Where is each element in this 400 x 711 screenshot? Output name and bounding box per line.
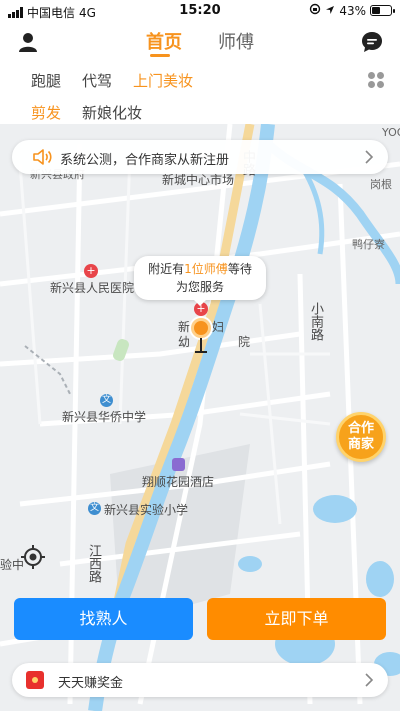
find-acquaintance-button[interactable]: 找熟人 — [14, 598, 193, 640]
pin-stem — [200, 338, 202, 352]
map-label-yazaili: 鸭仔寮 — [352, 238, 385, 251]
status-right: 43% — [309, 3, 395, 18]
location-pin-icon[interactable] — [191, 318, 211, 338]
map-label-shiyan: 新兴县实验小学 — [104, 503, 189, 517]
map-label-hospital: 新兴县人民医院 — [50, 281, 135, 295]
bubble-suffix: 等待 — [227, 262, 252, 276]
map-label-huaqiao: 新兴县华侨中学 — [62, 410, 147, 424]
subcategory-haircut[interactable]: 剪发 — [31, 102, 61, 123]
category-row-1: 跑腿 代驾 上门美妆 — [0, 66, 400, 94]
nearby-masters-bubble: 附近有1位师傅等待 为您服务 — [134, 256, 266, 306]
red-envelope-icon — [26, 671, 44, 689]
notice-bar[interactable]: 系统公测，合作商家从新注册 — [12, 140, 388, 174]
partner-merchant-button[interactable]: 合作 商家 — [336, 412, 386, 462]
order-now-button[interactable]: 立即下单 — [207, 598, 386, 640]
bubble-line2: 为您服务 — [175, 280, 224, 294]
map-label-maternity-c: 幼 — [178, 335, 191, 349]
reward-text: 天天赚奖金 — [58, 676, 124, 691]
speaker-icon — [33, 149, 52, 165]
category-driver[interactable]: 代驾 — [82, 70, 112, 91]
user-icon[interactable] — [16, 30, 40, 54]
subcategory-bridal-makeup[interactable]: 新娘化妆 — [82, 102, 142, 123]
category-row-2: 剪发 新娘化妆 — [0, 98, 400, 126]
reward-chevron-right-icon — [365, 673, 374, 687]
map-label-xiaonanlu: 小南路 — [308, 302, 323, 341]
chat-icon[interactable] — [360, 30, 384, 54]
school-marker-icon: 文 — [100, 394, 113, 407]
location-arrow-icon — [325, 4, 335, 18]
map-label-ganggen: 岗根 — [370, 178, 392, 191]
bubble-count: 1位师傅 — [184, 262, 228, 276]
map-label-jiangxi: 江西路 — [86, 544, 101, 583]
top-nav: 首页 师傅 — [0, 22, 400, 62]
lock-rotation-icon — [309, 3, 321, 18]
bubble-prefix: 附近有 — [148, 262, 185, 276]
tab-home[interactable]: 首页 — [146, 28, 182, 54]
notice-text: 系统公测，合作商家从新注册 — [60, 153, 230, 168]
grid-menu-icon[interactable] — [367, 71, 385, 89]
pin-base — [195, 351, 207, 353]
tab-home-underline — [150, 54, 170, 57]
partner-line1: 合作 — [347, 421, 374, 436]
reward-bar[interactable]: 天天赚奖金 — [12, 663, 388, 697]
map-label-yoo: YOO — [382, 126, 400, 139]
status-bar: 中国电信 4G 15:20 43% — [0, 0, 400, 22]
map-label-maternity-d: 院 — [238, 335, 251, 349]
hospital-marker-icon: + — [84, 264, 98, 278]
locate-me-icon[interactable] — [20, 544, 46, 570]
category-home-makeup[interactable]: 上门美妆 — [133, 70, 193, 91]
chevron-right-icon — [365, 150, 374, 164]
battery-percent: 43% — [339, 3, 366, 18]
category-errand[interactable]: 跑腿 — [31, 70, 61, 91]
hotel-marker-icon — [172, 458, 185, 471]
partner-line2: 商家 — [347, 437, 374, 452]
map-label-hotel: 翔顺花园酒店 — [142, 475, 215, 489]
battery-icon — [370, 5, 395, 16]
school2-marker-icon: 文 — [88, 502, 101, 515]
bubble-line1: 附近有1位师傅等待 — [134, 260, 266, 278]
map-label-maternity-b: 妇 — [212, 320, 225, 334]
tab-master[interactable]: 师傅 — [218, 28, 254, 54]
